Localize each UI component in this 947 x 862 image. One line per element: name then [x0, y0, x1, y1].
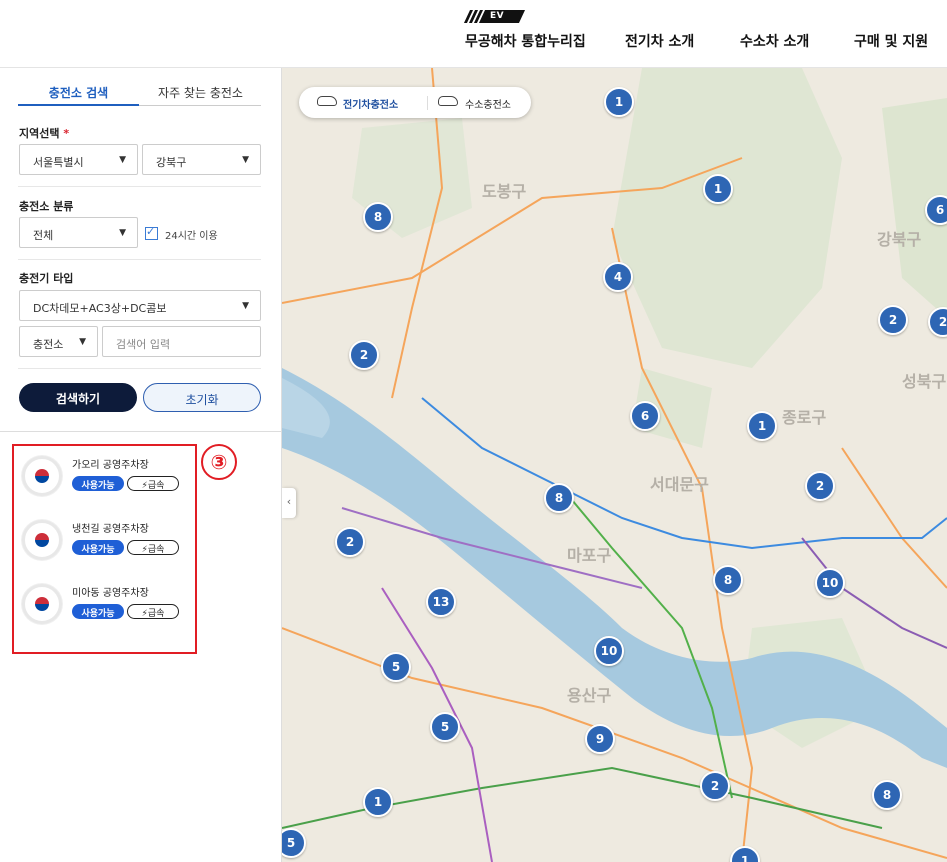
category-label: 충전소 분류 [19, 200, 74, 213]
tab-favorite-stations[interactable]: 자주 찾는 충전소 [140, 84, 261, 101]
nav-home[interactable]: 무공해차 통합누리집 [465, 31, 586, 51]
cluster-marker[interactable]: 2 [805, 471, 835, 501]
cluster-marker[interactable]: 4 [603, 262, 633, 292]
speed-badge: ⚡급속 [127, 540, 179, 555]
search-field-value: 충전소 [33, 338, 64, 351]
station-logo [22, 520, 62, 560]
cluster-marker[interactable]: 1 [747, 411, 777, 441]
active-tab-underline [18, 104, 139, 106]
search-field-select[interactable]: 충전소 ▼ [19, 326, 98, 357]
dropdown-arrow-icon: ▼ [242, 155, 249, 165]
logo-text: EV [490, 11, 505, 21]
ev-logo[interactable]: EV [463, 10, 526, 23]
map-background [282, 68, 947, 862]
cluster-marker[interactable]: 8 [872, 780, 902, 810]
city-value: 서울특별시 [33, 156, 84, 169]
cluster-marker[interactable]: 10 [594, 636, 624, 666]
district-label: 도봉구 [482, 182, 527, 201]
tab-station-search[interactable]: 충전소 검색 [18, 84, 139, 101]
cluster-marker[interactable]: 2 [335, 527, 365, 557]
speed-badge: ⚡급속 [127, 476, 179, 491]
station-name[interactable]: 냉천길 공영주차장 [72, 520, 149, 535]
check-icon: ✓ [146, 225, 156, 238]
map-view[interactable]: 도봉구 강북구 성북구 종로구 서대문구 마포구 용산구 전기차충전소 수소충전… [282, 68, 947, 862]
station-name[interactable]: 미아동 공영주차장 [72, 584, 149, 599]
dropdown-arrow-icon: ▼ [79, 337, 86, 347]
status-badge: 사용가능 [72, 540, 124, 555]
cluster-marker[interactable]: 2 [878, 305, 908, 335]
taegeuk-icon [35, 469, 49, 483]
dropdown-arrow-icon: ▼ [119, 155, 126, 165]
district-label: 강북구 [877, 230, 922, 249]
category-select[interactable]: 전체 ▼ [19, 217, 138, 248]
divider [18, 259, 261, 260]
cluster-marker[interactable]: 13 [426, 587, 456, 617]
district-select[interactable]: 강북구 ▼ [142, 144, 261, 175]
status-badge: 사용가능 [72, 604, 124, 619]
dropdown-arrow-icon: ▼ [242, 301, 249, 311]
speed-badge: ⚡급속 [127, 604, 179, 619]
station-name[interactable]: 가오리 공영주차장 [72, 456, 149, 471]
site-header: EV 무공해차 통합누리집 전기차 소개 수소차 소개 구매 및 지원 [0, 0, 947, 68]
24h-checkbox-label[interactable]: 24시간 이용 [165, 227, 218, 242]
list-item[interactable]: 냉천길 공영주차장 사용가능 ⚡급속 [14, 510, 195, 572]
cluster-marker[interactable]: 8 [713, 565, 743, 595]
charger-type-label: 충전기 타입 [19, 272, 74, 285]
annotation-marker: ③ [201, 444, 237, 480]
reset-button[interactable]: 초기화 [143, 383, 261, 412]
results-divider [0, 431, 282, 432]
cluster-marker[interactable]: 1 [604, 87, 634, 117]
hydrogen-car-icon [438, 96, 458, 106]
station-logo [22, 456, 62, 496]
district-label: 마포구 [567, 546, 612, 565]
cluster-marker[interactable]: 1 [363, 787, 393, 817]
charger-type-select[interactable]: DC차데모+AC3상+DC콤보 ▼ [19, 290, 261, 321]
cluster-marker[interactable]: 8 [544, 483, 574, 513]
district-label: 성북구 [902, 372, 947, 391]
cluster-marker[interactable]: 10 [815, 568, 845, 598]
district-label: 종로구 [782, 408, 827, 427]
list-item[interactable]: 가오리 공영주차장 사용가능 ⚡급속 [14, 446, 195, 508]
toggle-hydrogen-stations[interactable]: 수소충전소 [465, 96, 511, 111]
search-input[interactable]: 검색어 입력 [102, 326, 261, 357]
cluster-marker[interactable]: 6 [925, 195, 947, 225]
cluster-marker[interactable]: 9 [585, 724, 615, 754]
category-value: 전체 [33, 229, 54, 242]
collapse-sidebar-button[interactable]: ‹ [282, 488, 296, 518]
nav-hydrogen-intro[interactable]: 수소차 소개 [740, 31, 809, 51]
region-label: 지역선택 * [19, 127, 70, 140]
taegeuk-icon [35, 597, 49, 611]
24h-checkbox[interactable]: ✓ [145, 225, 158, 240]
search-button[interactable]: 검색하기 [19, 383, 137, 412]
district-label: 용산구 [567, 686, 612, 705]
district-value: 강북구 [156, 156, 187, 169]
results-list: 가오리 공영주차장 사용가능 ⚡급속 냉천길 공영주차장 사용가능 ⚡급속 미아… [12, 444, 197, 654]
taegeuk-icon [35, 533, 49, 547]
cluster-marker[interactable]: 8 [363, 202, 393, 232]
cluster-marker[interactable]: 1 [703, 174, 733, 204]
charger-type-value: DC차데모+AC3상+DC콤보 [33, 302, 167, 315]
cluster-marker[interactable]: 5 [381, 652, 411, 682]
list-item[interactable]: 미아동 공영주차장 사용가능 ⚡급속 [14, 574, 195, 636]
district-label: 서대문구 [650, 475, 709, 494]
nav-ev-intro[interactable]: 전기차 소개 [625, 31, 694, 51]
station-logo [22, 584, 62, 624]
sidebar-tabs: 충전소 검색 자주 찾는 충전소 [18, 80, 261, 106]
cluster-marker[interactable]: 6 [630, 401, 660, 431]
dropdown-arrow-icon: ▼ [119, 228, 126, 238]
cluster-marker[interactable]: 2 [700, 771, 730, 801]
toggle-ev-stations[interactable]: 전기차충전소 [343, 96, 398, 111]
status-badge: 사용가능 [72, 476, 124, 491]
map-type-toggle: 전기차충전소 수소충전소 [299, 87, 531, 118]
city-select[interactable]: 서울특별시 ▼ [19, 144, 138, 175]
nav-purchase-support[interactable]: 구매 및 지원 [854, 31, 928, 51]
cluster-marker[interactable]: 2 [349, 340, 379, 370]
divider [18, 368, 261, 369]
divider [18, 186, 261, 187]
cluster-marker[interactable]: 5 [430, 712, 460, 742]
ev-car-icon [317, 96, 337, 106]
